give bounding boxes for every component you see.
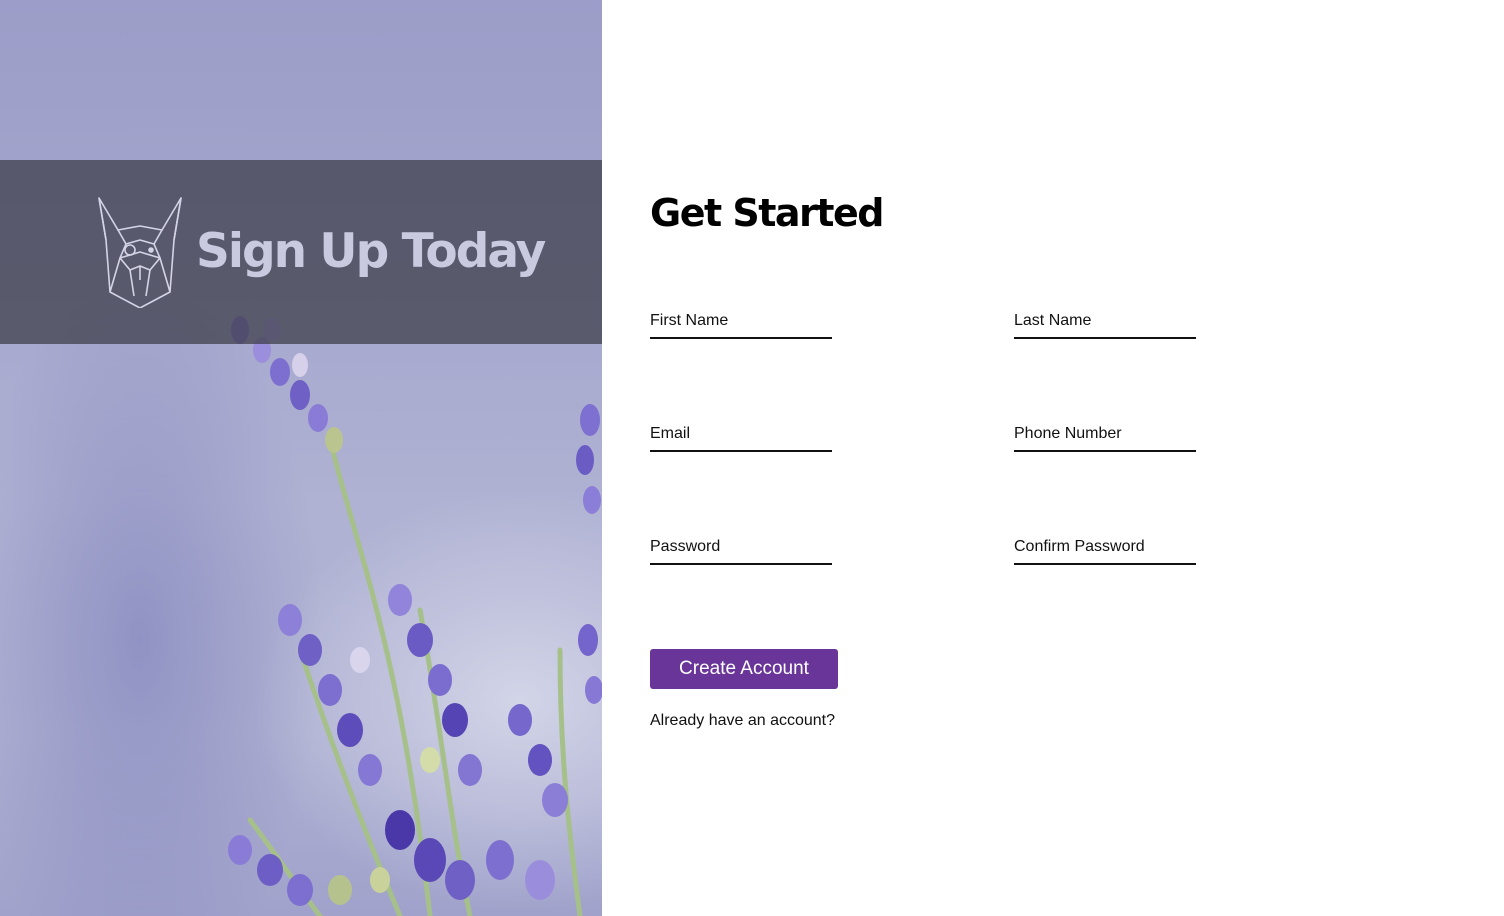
create-account-button[interactable]: Create Account bbox=[650, 649, 838, 689]
last-name-input[interactable] bbox=[1014, 305, 1196, 337]
email-input[interactable] bbox=[650, 418, 832, 450]
signup-page: Sign Up Today Get Started Create Account… bbox=[0, 0, 1504, 916]
lavender-background-image bbox=[228, 316, 602, 916]
form-title: Get Started bbox=[650, 191, 884, 235]
first-name-field bbox=[650, 305, 832, 339]
first-name-input[interactable] bbox=[650, 305, 832, 337]
password-input[interactable] bbox=[650, 531, 832, 563]
password-field bbox=[650, 531, 832, 565]
phone-field bbox=[1014, 418, 1196, 452]
hero-panel: Sign Up Today bbox=[0, 0, 602, 916]
sign-in-link[interactable]: Already have an account? bbox=[650, 712, 835, 730]
last-name-field bbox=[1014, 305, 1196, 339]
boston-terrier-dog-logo-icon bbox=[98, 197, 182, 308]
confirm-password-field bbox=[1014, 531, 1196, 565]
signup-form: Get Started Create Account Already have … bbox=[650, 0, 1470, 916]
hero-title: Sign Up Today bbox=[196, 224, 546, 279]
phone-input[interactable] bbox=[1014, 418, 1196, 450]
email-field bbox=[650, 418, 832, 452]
confirm-password-input[interactable] bbox=[1014, 531, 1196, 563]
